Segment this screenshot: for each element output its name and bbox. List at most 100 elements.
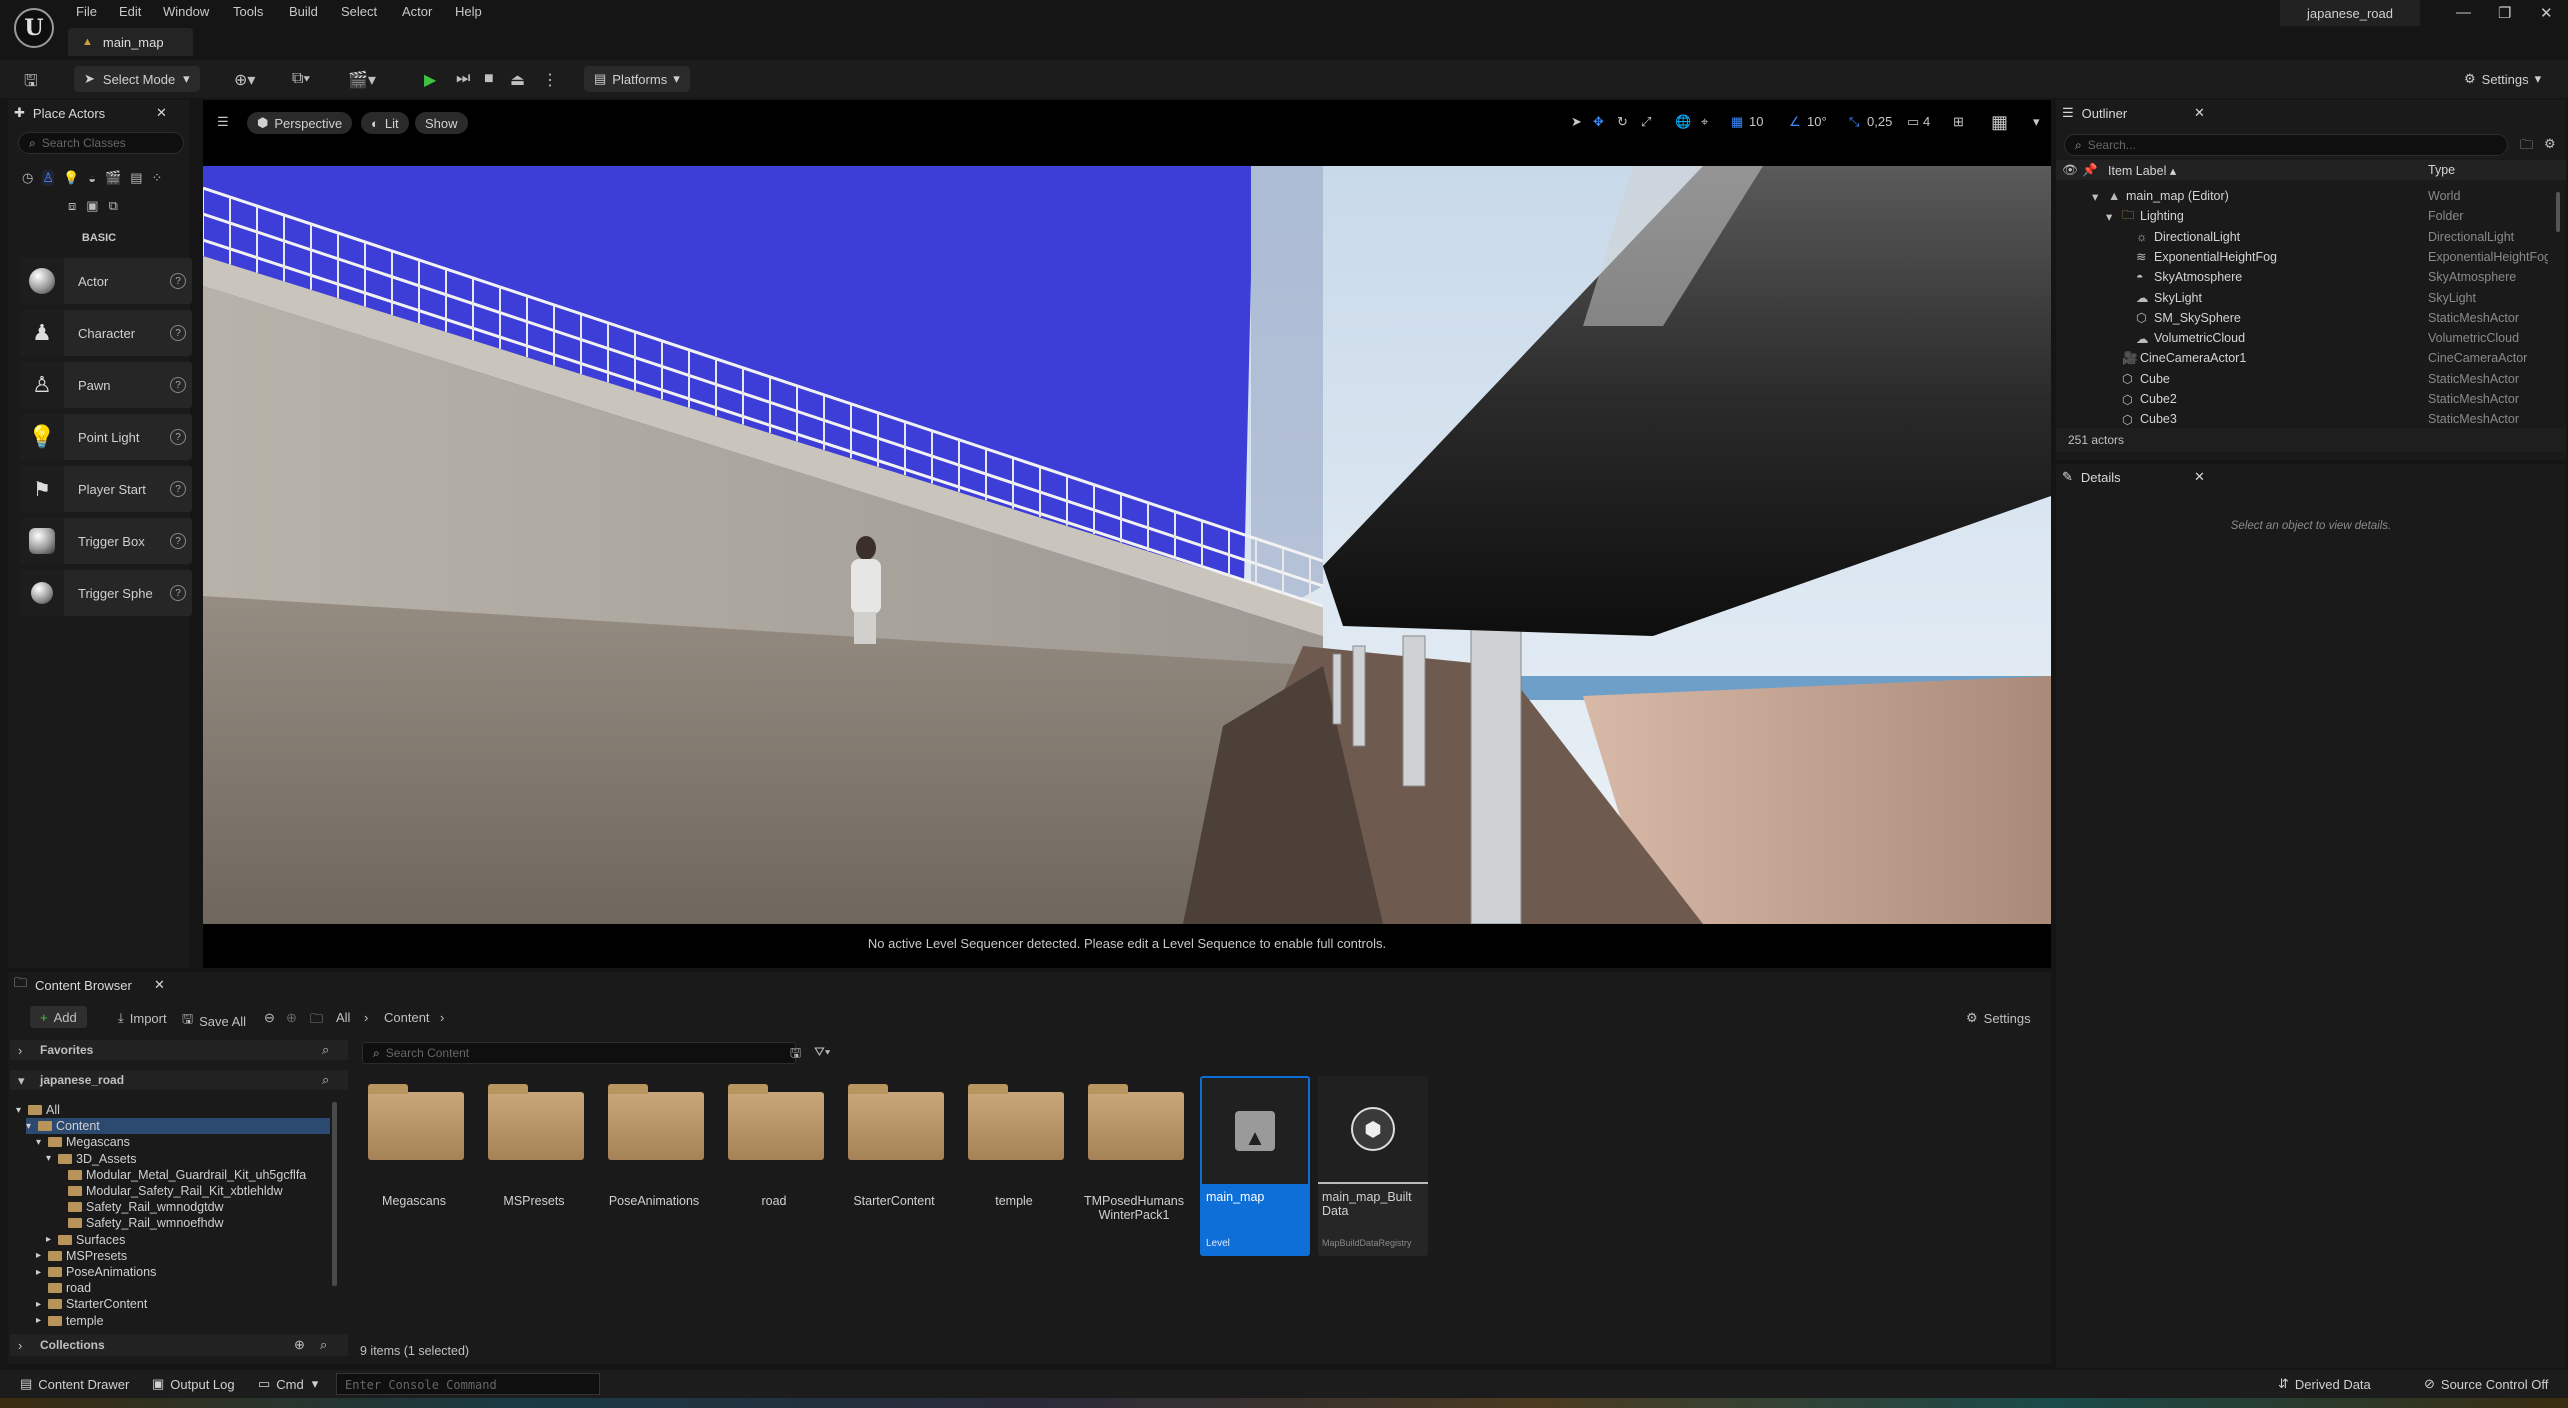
close-icon[interactable]: ✕ <box>154 977 165 993</box>
tree-arrow-icon[interactable]: ▸ <box>36 1267 48 1278</box>
outliner-row[interactable]: 🎥 CineCameraActor1 CineCameraActor <box>2056 348 2566 368</box>
help-icon[interactable]: ? <box>170 273 186 289</box>
platforms-dropdown[interactable]: ▤ Platforms ▾ <box>584 66 690 92</box>
more-options-icon[interactable]: ⋮ <box>542 70 558 90</box>
play-icon[interactable]: ▶ <box>424 70 436 90</box>
help-icon[interactable]: ? <box>170 585 186 601</box>
outliner-scrollbar[interactable] <box>2556 192 2560 232</box>
visual-effects-icon[interactable]: ▤ <box>130 170 142 186</box>
collections-header[interactable]: › Collections ⊕ ⌕ <box>10 1334 348 1356</box>
place-item-player-start[interactable]: ⚑ Player Start? <box>20 466 192 512</box>
tree-arrow-icon[interactable]: ▾ <box>36 1137 48 1148</box>
volumes-icon[interactable]: ⧈ <box>68 198 76 214</box>
tree-item[interactable]: road <box>36 1280 91 1296</box>
tree-arrow-icon[interactable]: ▾ <box>2092 189 2098 204</box>
tree-item[interactable]: Safety_Rail_wmnodgtdw <box>56 1199 224 1215</box>
save-all-button[interactable]: 🖫 Save All <box>182 1010 246 1032</box>
world-space-icon[interactable]: 🌐 <box>1675 114 1691 130</box>
tree-arrow-icon[interactable]: ▾ <box>46 1153 58 1164</box>
favorites-header[interactable]: › Favorites ⌕ <box>10 1040 348 1060</box>
tree-item[interactable]: ▸ Surfaces <box>46 1232 125 1248</box>
outliner-row[interactable]: ⬡ SM_SkySphere StaticMeshActor <box>2056 308 2566 328</box>
close-icon[interactable]: ✕ <box>2194 469 2205 485</box>
outliner-row[interactable]: ☁ SkyLight SkyLight <box>2056 288 2566 308</box>
add-folder-icon[interactable]: 🗀 <box>2520 136 2533 158</box>
lit-button[interactable]: ◐ Lit <box>361 112 409 134</box>
cmd-dropdown[interactable]: ▭ Cmd ▾ <box>258 1376 318 1392</box>
menu-edit[interactable]: Edit <box>119 4 141 19</box>
shapes-icon[interactable]: ◒ <box>88 171 96 186</box>
import-button[interactable]: ⤓ Import <box>118 1010 167 1026</box>
select-tool-icon[interactable]: ➤ <box>1571 114 1582 130</box>
outliner-row[interactable]: ▾ ▲ main_map (Editor) World <box>2056 186 2566 206</box>
tree-arrow-icon[interactable]: ▾ <box>16 1105 28 1116</box>
outliner-row[interactable]: ☼ DirectionalLight DirectionalLight <box>2056 227 2566 247</box>
close-window-icon[interactable]: ✕ <box>2540 4 2553 22</box>
select-mode-dropdown[interactable]: ➤ Select Mode ▾ <box>74 66 200 92</box>
add-actor-icon[interactable]: ⊕▾ <box>234 70 255 90</box>
folder-tile[interactable]: temple <box>960 1076 1068 1256</box>
back-icon[interactable]: ⊖ <box>264 1010 275 1026</box>
close-icon[interactable]: ✕ <box>156 105 167 121</box>
search-icon[interactable]: ⌕ <box>322 1042 329 1058</box>
asset-main-map-built-data[interactable]: ⬢ main_map_Built Data MapBuildDataRegist… <box>1318 1076 1428 1256</box>
pin-icon[interactable]: 📌 <box>2082 163 2098 178</box>
details-tab[interactable]: ✎ Details ✕ <box>2062 464 2212 490</box>
place-item-character[interactable]: ♟ Character? <box>20 310 192 356</box>
content-browser-tab[interactable]: 🗀 Content Browser ✕ <box>14 972 174 998</box>
level-viewport[interactable]: ☰ ⬢ Perspective ◐ Lit Show ➤ ✥ ↻ ⤢ 🌐 ⌖ ▦ 1… <box>203 100 2051 968</box>
help-icon[interactable]: ? <box>170 325 186 341</box>
cinematics-icon[interactable]: 🎬▾ <box>348 70 376 90</box>
folder-tile[interactable]: TMPosedHumans WinterPack1 <box>1080 1076 1188 1256</box>
stop-icon[interactable]: ■ <box>484 70 494 88</box>
recent-icon[interactable]: ◷ <box>22 170 33 186</box>
outliner-row[interactable]: ◓ SkyAtmosphere SkyAtmosphere <box>2056 267 2566 287</box>
outliner-row[interactable]: ▾ 🗀 Lighting Folder <box>2056 206 2566 226</box>
camera-speed-icon[interactable]: ▭ <box>1907 114 1919 130</box>
tree-item[interactable]: ▸ temple <box>36 1313 104 1329</box>
tree-scrollbar[interactable] <box>332 1102 337 1286</box>
translate-tool-icon[interactable]: ✥ <box>1593 114 1604 130</box>
folder-tile[interactable]: Megascans <box>360 1076 468 1256</box>
tree-item[interactable]: ▾ Content <box>26 1118 330 1135</box>
basic-icon[interactable]: ♙ <box>42 170 54 186</box>
derived-data-button[interactable]: ⇵ Derived Data <box>2278 1376 2371 1392</box>
show-button[interactable]: Show <box>415 112 468 134</box>
geometry-icon[interactable]: ⁘ <box>152 170 163 186</box>
gear-icon[interactable]: ⚙ <box>2544 136 2556 152</box>
outliner-row[interactable]: ☁ VolumetricCloud VolumetricCloud <box>2056 328 2566 348</box>
tree-item[interactable]: Modular_Metal_Guardrail_Kit_uh5gcflfa <box>56 1167 306 1183</box>
scale-snap-icon[interactable]: ⤡ <box>1849 114 1859 130</box>
tree-item[interactable]: ▸ PoseAnimations <box>36 1264 156 1280</box>
folder-icon[interactable]: 🗀 <box>310 1010 323 1032</box>
rotation-snap-icon[interactable]: ∠ <box>1789 114 1801 130</box>
search-icon[interactable]: ⌕ <box>322 1072 329 1088</box>
grid-snap-icon[interactable]: ▦ <box>1731 114 1743 130</box>
all-classes-icon[interactable]: ▣ <box>86 198 98 214</box>
outliner-row[interactable]: ⬡ Cube2 StaticMeshActor <box>2056 389 2566 409</box>
place-item-pawn[interactable]: ♙ Pawn? <box>20 362 192 408</box>
eject-icon[interactable]: ⏏ <box>510 70 525 90</box>
tree-item[interactable]: ▾ 3D_Assets <box>46 1151 136 1167</box>
surface-snap-icon[interactable]: ⌖ <box>1701 114 1708 130</box>
place-item-actor[interactable]: Actor? <box>20 258 192 304</box>
layout-icon[interactable]: ▦ <box>1991 112 2008 133</box>
blueprint-icon[interactable]: ⧉▾ <box>292 70 310 88</box>
tree-item[interactable]: ▾ All <box>16 1102 60 1118</box>
tree-item[interactable]: ▸ StarterContent <box>36 1296 147 1312</box>
folder-tile[interactable]: road <box>720 1076 828 1256</box>
asset-main-map[interactable]: ▲ main_map Level <box>1200 1076 1310 1256</box>
outliner-row[interactable]: ≋ ExponentialHeightFog ExponentialHeightFo… <box>2056 247 2566 267</box>
close-icon[interactable]: ✕ <box>2194 105 2205 121</box>
chevron-down-icon[interactable]: ▾ <box>2033 114 2040 130</box>
tree-item[interactable]: ▸ MSPresets <box>36 1248 127 1264</box>
menu-select[interactable]: Select <box>341 4 377 19</box>
outliner-search-input[interactable]: ⌕ Search... <box>2064 134 2508 156</box>
save-icon[interactable]: 🖫 <box>24 70 38 97</box>
tree-arrow-icon[interactable]: ▸ <box>36 1250 48 1261</box>
forward-icon[interactable]: ⊕ <box>286 1010 297 1026</box>
cb-settings-button[interactable]: ⚙ Settings <box>1966 1010 2031 1026</box>
step-icon[interactable]: ⏭ <box>456 70 470 88</box>
tree-item[interactable]: Modular_Safety_Rail_Kit_xbtlehldw <box>56 1183 283 1199</box>
tree-arrow-icon[interactable]: ▸ <box>46 1234 58 1245</box>
